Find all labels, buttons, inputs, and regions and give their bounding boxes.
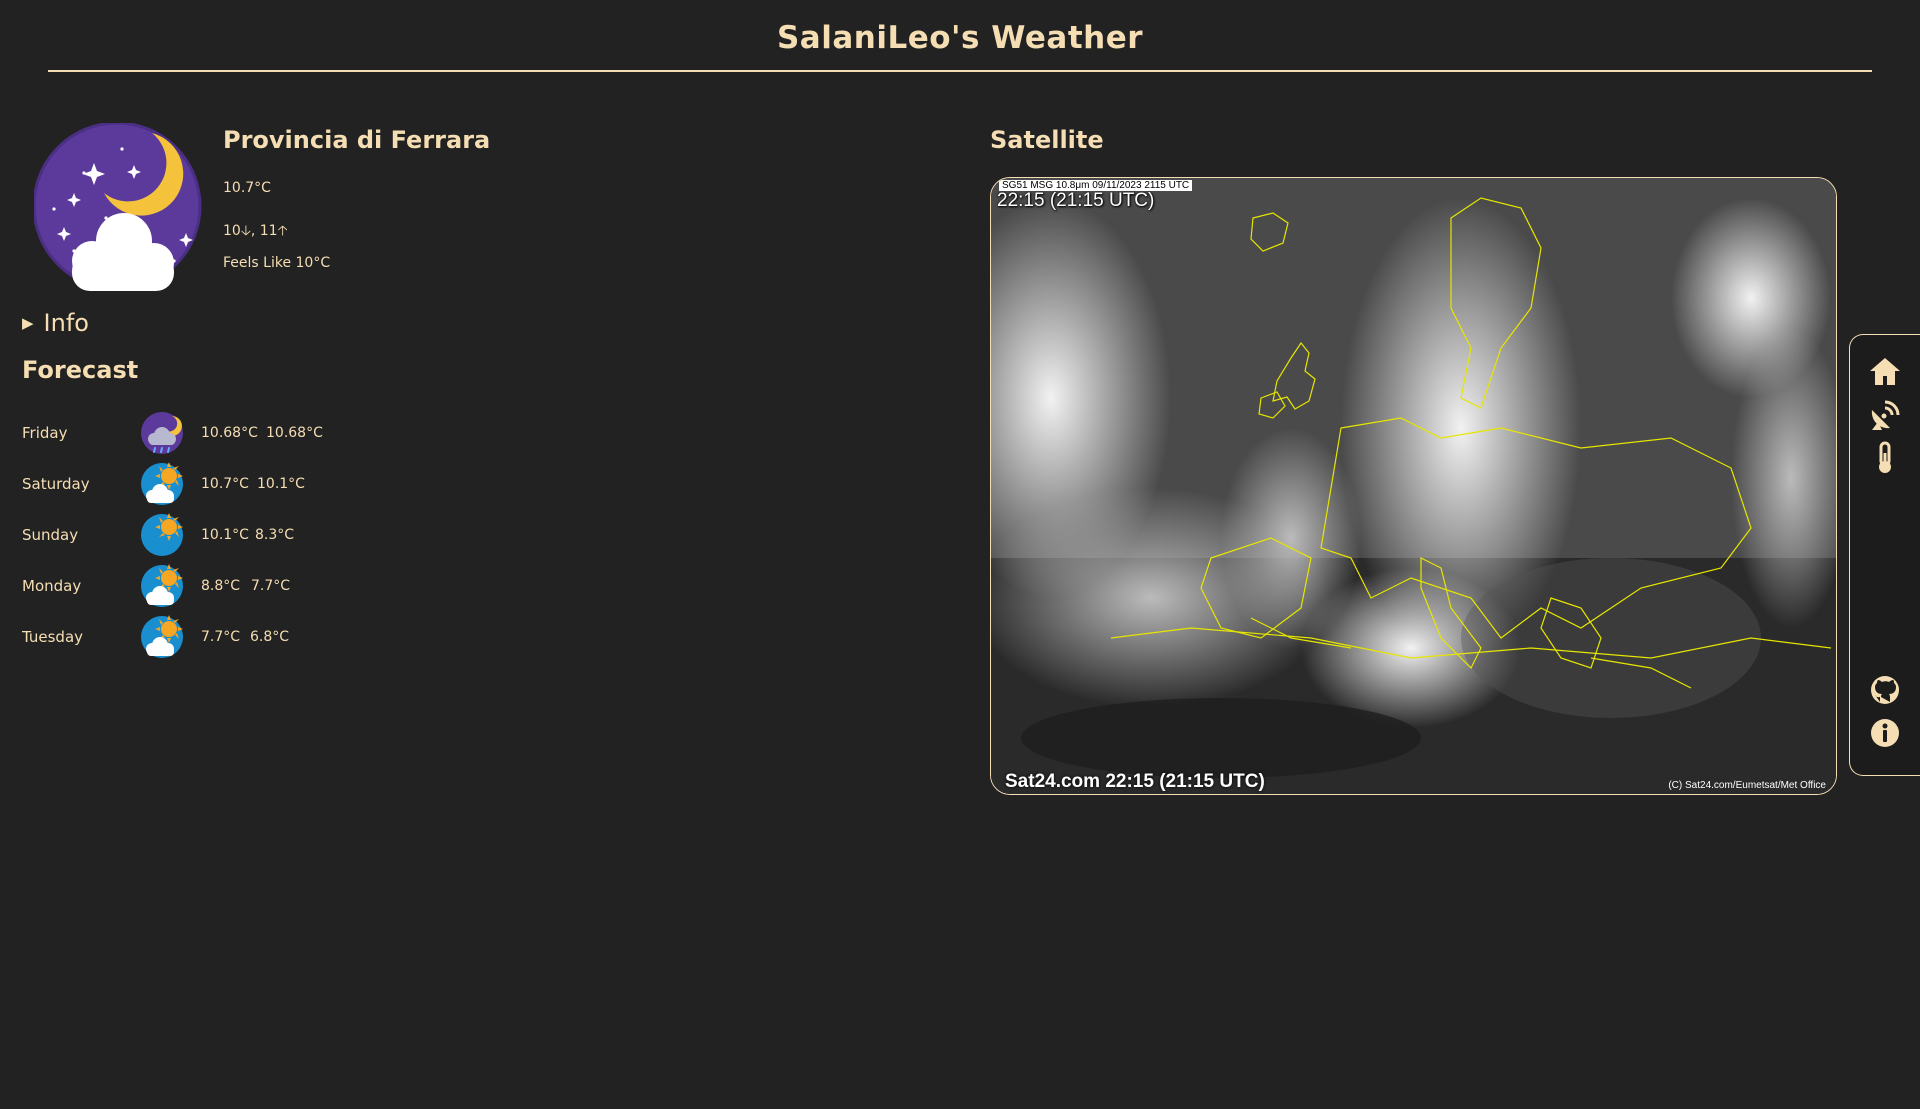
forecast-min: 6.8°C <box>250 629 290 645</box>
forecast-row: Tuesday 7.7°C 6.8°C <box>22 615 422 659</box>
app-title: SalaniLeo's Weather <box>776 20 1144 56</box>
forecast-max: 7.7°C <box>201 629 241 645</box>
disclosure-triangle-icon: ▶ <box>22 314 34 332</box>
forecast-day: Friday <box>22 424 68 442</box>
satellite-dish-icon[interactable] <box>1868 398 1902 432</box>
app-header: SalaniLeo's Weather <box>48 0 1872 72</box>
forecast-max: 8.8°C <box>201 578 241 594</box>
forecast-row: Monday 8.8°C 7.7°C <box>22 564 422 608</box>
satellite-map-graphic <box>991 178 1836 794</box>
github-icon[interactable] <box>1868 673 1902 707</box>
sun-cloud-icon <box>141 462 183 505</box>
night-rain-icon <box>141 412 183 454</box>
current-temperature: 10.7°C <box>223 180 271 196</box>
forecast-title: Forecast <box>22 356 139 384</box>
forecast-min: 10.68°C <box>266 425 323 441</box>
forecast-day: Tuesday <box>22 628 84 646</box>
info-label: Info <box>43 309 89 337</box>
sun-cloud-icon <box>141 564 183 607</box>
forecast-row: Friday 10.68°C 10.68°C <box>22 411 422 455</box>
sun-icon <box>141 513 183 556</box>
satellite-image: SG51 MSG 10.8μm 09/11/2023 2115 UTC 22:1… <box>990 177 1837 795</box>
forecast-day: Monday <box>22 577 82 595</box>
thermometer-icon[interactable] <box>1868 441 1902 475</box>
satellite-time-top: 22:15 (21:15 UTC) <box>997 190 1155 211</box>
info-circle-icon[interactable] <box>1868 716 1902 750</box>
forecast-row: Sunday 10.1°C 8.3°C <box>22 513 422 557</box>
forecast-min: 8.3°C <box>255 527 295 543</box>
forecast-max: 10.68°C <box>201 425 258 441</box>
forecast-max: 10.1°C <box>201 527 249 543</box>
info-toggle[interactable]: ▶ Info <box>22 309 89 337</box>
night-partly-cloudy-icon <box>34 123 202 291</box>
forecast-row: Saturday 10.7°C 10.1°C <box>22 462 422 506</box>
location-name: Provincia di Ferrara <box>223 126 491 154</box>
feels-like: Feels Like 10°C <box>223 255 331 271</box>
forecast-min: 10.1°C <box>257 476 305 492</box>
satellite-credit: (C) Sat24.com/Eumetsat/Met Office <box>1668 780 1826 791</box>
forecast-day: Sunday <box>22 526 79 544</box>
forecast-min: 7.7°C <box>251 578 291 594</box>
sun-cloud-icon <box>141 615 183 658</box>
current-minmax: 10🡣, 11🡡 <box>223 223 288 239</box>
forecast-max: 10.7°C <box>201 476 249 492</box>
home-icon[interactable] <box>1868 355 1902 389</box>
side-nav <box>1849 334 1920 776</box>
forecast-day: Saturday <box>22 475 90 493</box>
satellite-title: Satellite <box>990 126 1104 154</box>
satellite-caption: Sat24.com 22:15 (21:15 UTC) <box>1005 771 1265 792</box>
